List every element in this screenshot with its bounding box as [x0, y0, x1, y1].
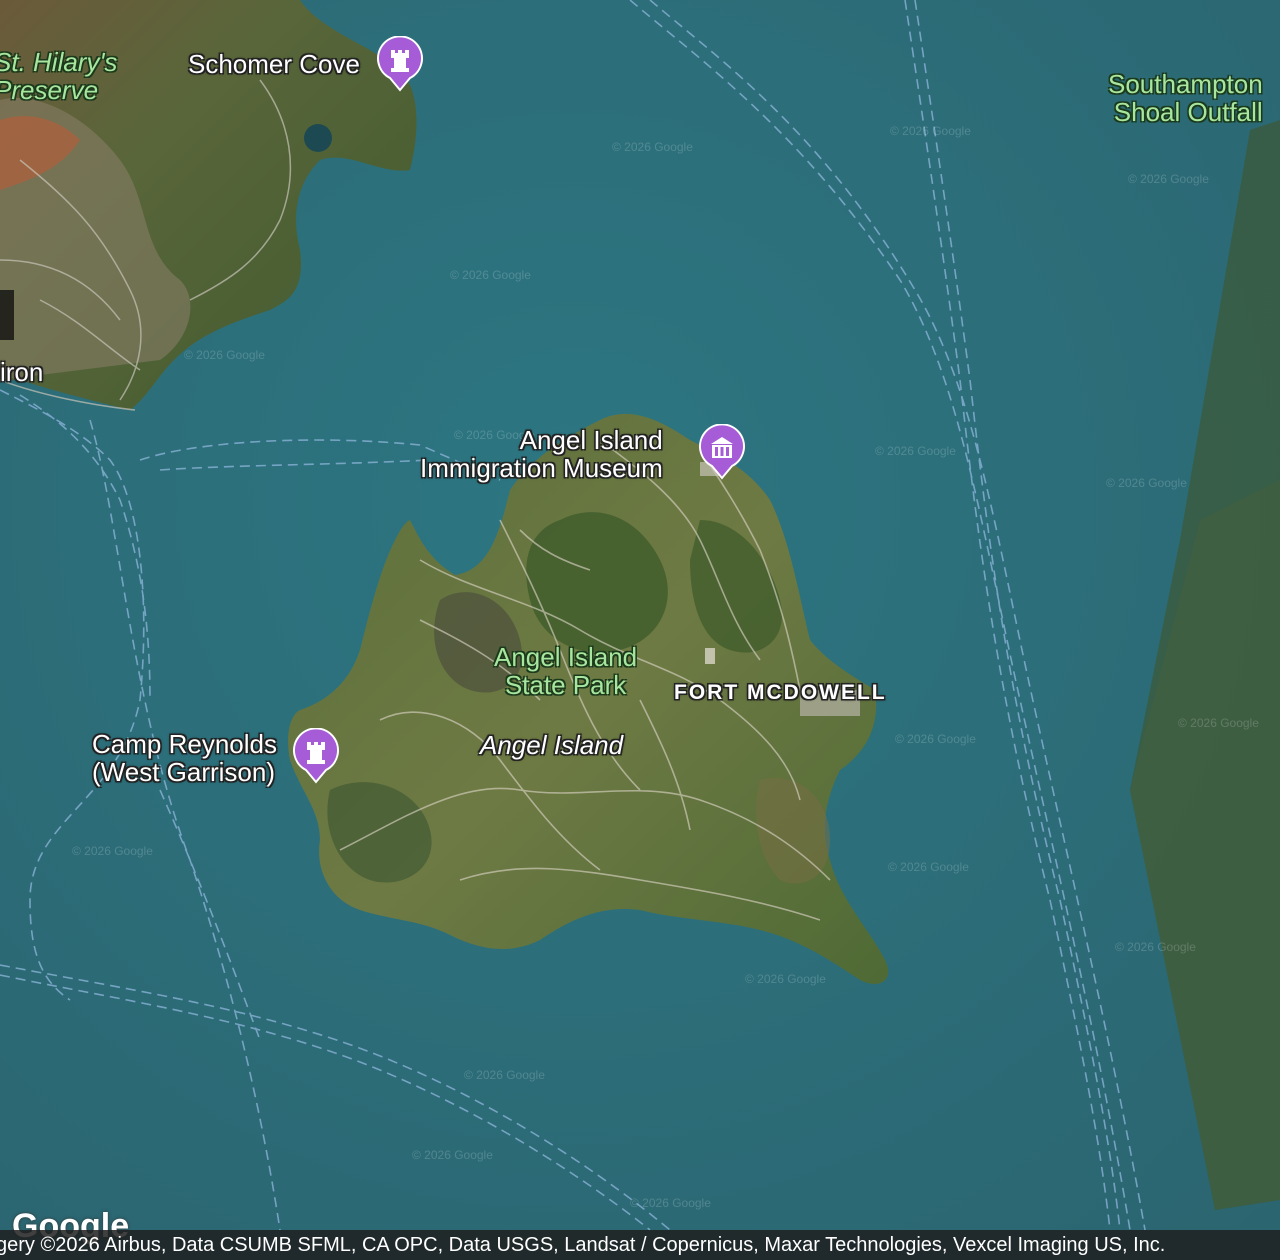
watermark: © 2026 Google — [72, 844, 153, 858]
label-schomer-cove[interactable]: Schomer Cove — [188, 50, 360, 78]
watermark: © 2026 Google — [745, 972, 826, 986]
map-viewport[interactable]: © 2026 Google © 2026 Google © 2026 Googl… — [0, 0, 1280, 1260]
watermark: © 2026 Google — [1178, 716, 1259, 730]
satellite-imagery — [0, 0, 1280, 1260]
castle-icon[interactable] — [376, 36, 424, 92]
watermark: © 2026 Google — [184, 348, 265, 362]
watermark: © 2026 Google — [890, 124, 971, 138]
label-angel-island-immigration-museum[interactable]: Angel Island Immigration Museum — [420, 426, 663, 482]
watermark: © 2026 Google — [464, 1068, 545, 1082]
watermark: © 2026 Google — [1128, 172, 1209, 186]
label-camp-reynolds[interactable]: Camp Reynolds (West Garrison) — [92, 730, 277, 786]
watermark: © 2026 Google — [1115, 940, 1196, 954]
watermark: © 2026 Google — [895, 732, 976, 746]
watermark: © 2026 Google — [888, 860, 969, 874]
watermark: © 2026 Google — [412, 1148, 493, 1162]
label-tiburon[interactable]: iron — [0, 358, 43, 386]
label-fort-mcdowell[interactable]: FORT MCDOWELL — [674, 679, 887, 707]
label-angel-island[interactable]: Angel Island — [480, 731, 623, 759]
watermark: © 2026 Google — [612, 140, 693, 154]
castle-icon[interactable] — [292, 728, 340, 784]
watermark: © 2026 Google — [630, 1196, 711, 1210]
museum-icon[interactable] — [698, 424, 746, 480]
label-southampton-shoal-outfall[interactable]: Southampton Shoal Outfall — [1108, 70, 1263, 126]
watermark: © 2026 Google — [450, 268, 531, 282]
label-angel-island-state-park[interactable]: Angel Island State Park — [494, 643, 637, 699]
attribution-bar: gery ©2026 Airbus, Data CSUMB SFML, CA O… — [0, 1230, 1280, 1260]
label-st-hilarys-preserve[interactable]: St. Hilary's Preserve — [0, 48, 117, 104]
attribution-text: gery ©2026 Airbus, Data CSUMB SFML, CA O… — [0, 1234, 1166, 1256]
watermark: © 2026 Google — [875, 444, 956, 458]
watermark: © 2026 Google — [1106, 476, 1187, 490]
